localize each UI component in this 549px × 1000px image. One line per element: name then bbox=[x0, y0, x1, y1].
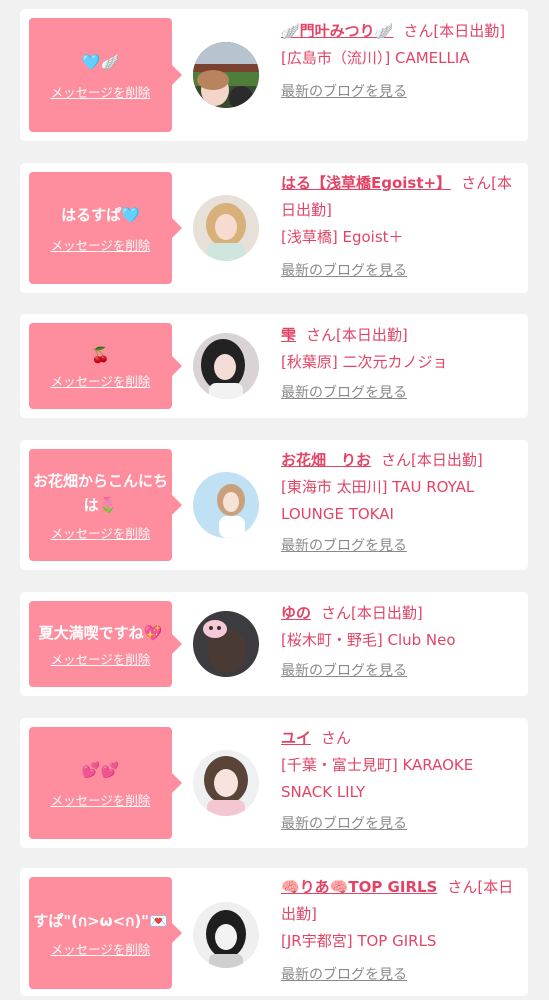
latest-blog-link[interactable]: 最新のブログを見る bbox=[281, 812, 521, 836]
latest-blog-link[interactable]: 最新のブログを見る bbox=[281, 963, 521, 987]
shop-info: [千葉・富士見町] KARAOKE SNACK LILY bbox=[281, 756, 474, 801]
peace-sign-girl-avatar[interactable] bbox=[193, 750, 259, 816]
cast-info: 雫さん[本日出勤] [秋葉原] 二次元カノジョ 最新のブログを見る bbox=[281, 322, 521, 405]
cast-name-link[interactable]: 🪽門叶みつり🪽 bbox=[281, 22, 393, 40]
cast-info: 🧠りあ🧠TOP GIRLS さん[本日出勤] [JR宇都宮] TOP GIRLS … bbox=[281, 874, 521, 987]
cast-status: さん[本日出勤] bbox=[321, 604, 423, 622]
cast-name-link[interactable]: 🧠りあ🧠TOP GIRLS bbox=[281, 878, 437, 896]
delete-message-link[interactable]: メッセージを削除 bbox=[51, 523, 151, 542]
message-text: すぱ"(ก>ω<ก)"💌 bbox=[33, 911, 168, 930]
message-bubble: はるすぱ🩵 メッセージを削除 bbox=[29, 172, 182, 284]
cast-card: 🩵🪽 メッセージを削除 🪽門叶みつり🪽 さん[本日出勤] [広島市（流川）] CA… bbox=[20, 9, 528, 141]
delete-message-link[interactable]: メッセージを削除 bbox=[51, 939, 151, 958]
cast-card: 💕💕 メッセージを削除 ユイ さん [千葉・富士見町] KARAOKE SNACK… bbox=[20, 718, 528, 848]
latest-blog-link[interactable]: 最新のブログを見る bbox=[281, 659, 521, 683]
message-bubble: 🍒 メッセージを削除 bbox=[29, 323, 182, 409]
delete-message-link[interactable]: メッセージを削除 bbox=[51, 790, 151, 809]
cast-info: ユイ さん [千葉・富士見町] KARAOKE SNACK LILY 最新のブログ… bbox=[281, 725, 521, 836]
cast-name-link[interactable]: 雫 bbox=[281, 326, 296, 344]
monochrome-girl-avatar[interactable] bbox=[193, 902, 259, 968]
shop-info: [浅草橋] Egoist＋ bbox=[281, 228, 404, 246]
light-background-girl-avatar[interactable] bbox=[193, 472, 259, 538]
cast-card: はるすぱ🩵 メッセージを削除 はる【浅草橋Egoist+】 さん[本日出勤] [浅… bbox=[20, 163, 528, 293]
message-text: 夏大満喫ですね💖 bbox=[38, 623, 163, 642]
cast-name-link[interactable]: ゆの bbox=[281, 604, 311, 622]
delete-message-link[interactable]: メッセージを削除 bbox=[51, 235, 151, 254]
message-text: お花畑からこんにちは🌷 bbox=[33, 471, 169, 514]
latest-blog-link[interactable]: 最新のブログを見る bbox=[281, 381, 521, 405]
cast-card: 🍒 メッセージを削除 雫さん[本日出勤] [秋葉原] 二次元カノジョ 最新のブロ… bbox=[20, 314, 528, 418]
cast-card: お花畑からこんにちは🌷 メッセージを削除 お花畑 りお さん[本日出勤] [東海市… bbox=[20, 440, 528, 570]
message-text: はるすぱ🩵 bbox=[61, 205, 140, 224]
latest-blog-link[interactable]: 最新のブログを見る bbox=[281, 259, 521, 283]
delete-message-link[interactable]: メッセージを削除 bbox=[51, 82, 151, 101]
stadium-selfie-avatar[interactable] bbox=[193, 42, 259, 108]
cast-info: お花畑 りお さん[本日出勤] [東海市 太田川] TAU ROYAL LOUNG… bbox=[281, 447, 521, 558]
cast-status: さん[本日出勤] bbox=[403, 22, 506, 40]
message-bubble: 🩵🪽 メッセージを削除 bbox=[29, 18, 182, 132]
message-text: 🩵🪽 bbox=[81, 52, 120, 71]
shop-info: [桜木町・野毛] Club Neo bbox=[281, 631, 456, 649]
cast-name-link[interactable]: はる【浅草橋Egoist+】 bbox=[281, 174, 451, 192]
latest-blog-link[interactable]: 最新のブログを見る bbox=[281, 534, 521, 558]
cast-info: ゆの さん[本日出勤] [桜木町・野毛] Club Neo 最新のブログを見る bbox=[281, 600, 521, 683]
latest-blog-link[interactable]: 最新のブログを見る bbox=[281, 80, 521, 104]
shop-info: [東海市 太田川] TAU ROYAL LOUNGE TOKAI bbox=[281, 478, 475, 523]
cast-card: すぱ"(ก>ω<ก)"💌 メッセージを削除 🧠りあ🧠TOP GIRLS さん[本日… bbox=[20, 868, 528, 996]
dark-hair-girl-avatar[interactable] bbox=[193, 333, 259, 399]
delete-message-link[interactable]: メッセージを削除 bbox=[51, 371, 151, 390]
message-bubble: 💕💕 メッセージを削除 bbox=[29, 727, 182, 839]
message-bubble: 夏大満喫ですね💖 メッセージを削除 bbox=[29, 601, 182, 687]
shop-info: [JR宇都宮] TOP GIRLS bbox=[281, 932, 437, 950]
cast-status: さん bbox=[321, 729, 352, 747]
bunny-sticker-avatar[interactable] bbox=[193, 611, 259, 677]
cast-name-link[interactable]: お花畑 りお bbox=[281, 451, 371, 469]
favorite-cast-list: 🩵🪽 メッセージを削除 🪽門叶みつり🪽 さん[本日出勤] [広島市（流川）] CA… bbox=[0, 0, 549, 1000]
shop-info: [広島市（流川）] CAMELLIA bbox=[281, 49, 470, 67]
cast-info: はる【浅草橋Egoist+】 さん[本日出勤] [浅草橋] Egoist＋ 最新の… bbox=[281, 170, 521, 283]
blonde-girl-avatar[interactable] bbox=[193, 195, 259, 261]
cast-status: さん[本日出勤] bbox=[306, 326, 408, 344]
message-text: 🍒 bbox=[91, 345, 110, 364]
cast-name-link[interactable]: ユイ bbox=[281, 729, 311, 747]
message-text: 💕💕 bbox=[81, 760, 120, 779]
message-bubble: すぱ"(ก>ω<ก)"💌 メッセージを削除 bbox=[29, 877, 182, 989]
message-bubble: お花畑からこんにちは🌷 メッセージを削除 bbox=[29, 449, 182, 561]
cast-status: さん[本日出勤] bbox=[381, 451, 483, 469]
cast-card: 夏大満喫ですね💖 メッセージを削除 ゆの さん[本日出勤] [桜木町・野毛] Cl… bbox=[20, 592, 528, 696]
cast-info: 🪽門叶みつり🪽 さん[本日出勤] [広島市（流川）] CAMELLIA 最新のブロ… bbox=[281, 18, 521, 104]
shop-info: [秋葉原] 二次元カノジョ bbox=[281, 353, 448, 371]
delete-message-link[interactable]: メッセージを削除 bbox=[51, 649, 151, 668]
